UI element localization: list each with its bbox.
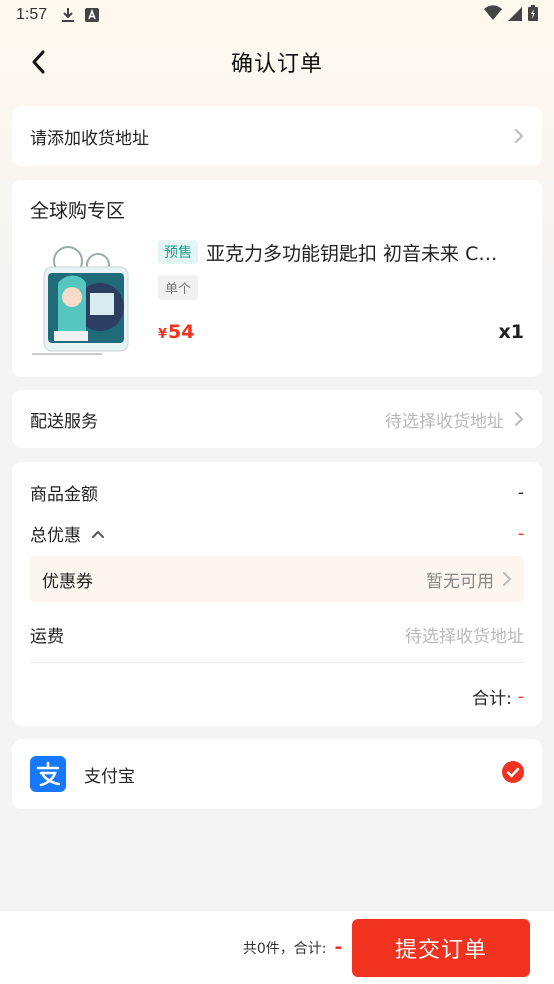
order-summary: 共0件，合计: - [243,937,342,958]
signal-icon [508,6,522,25]
goods-amount-value: - [517,482,524,503]
goods-amount-row: 商品金额 - [30,480,524,506]
page-title: 确认订单 [230,52,323,77]
product-section: 全球购专区 预售 亚克力多功能钥匙扣 初音未来 C… 单个 ¥54 x1 [12,180,542,377]
delivery-label: 配送服务 [30,411,98,432]
price-value: 54 [168,321,195,343]
total-discount-label: 总优惠 [30,526,81,546]
goods-amount-label: 商品金额 [30,485,98,505]
chevron-left-icon [32,50,45,74]
back-button[interactable] [24,48,52,76]
product-name: 亚克力多功能钥匙扣 初音未来 C… [206,242,498,265]
chevron-right-icon [514,411,524,427]
keyboard-a-icon [85,8,100,22]
order-summary-label: 共0件，合计: [242,940,327,957]
payment-method-row[interactable]: 支付宝 [12,739,542,809]
shipping-label: 运费 [30,627,64,647]
price-detail-section: 商品金额 - 总优惠 - 优惠券 暂无可用 运费 待选择收货地址 合计: - [12,462,542,726]
zone-title: 全球购专区 [30,200,126,222]
coupon-row[interactable]: 优惠券 暂无可用 [30,556,524,602]
header: 确认订单 [0,34,554,90]
status-bar: 1:57 [0,0,554,30]
shipping-row: 运费 待选择收货地址 [30,622,524,647]
product-quantity: x1 [498,321,524,343]
product-price: ¥54 [158,321,195,343]
price-currency: ¥ [158,327,168,342]
wifi-icon [484,5,502,25]
total-discount-value: - [517,523,524,544]
add-address-label: 请添加收货地址 [30,128,149,149]
divider [30,662,524,663]
status-time: 1:57 [16,6,48,23]
bottom-bar: 共0件，合计: - 提交订单 [0,911,554,984]
payment-method-label: 支付宝 [84,766,135,787]
chevron-up-icon [91,529,105,539]
subtotal-row: 合计: - [472,684,524,710]
chevron-right-icon [514,128,524,144]
submit-order-button[interactable]: 提交订单 [352,918,530,977]
product-thumbnail[interactable] [28,239,142,359]
delivery-service-row[interactable]: 配送服务 待选择收货地址 [12,390,542,448]
product-item[interactable]: 预售 亚克力多功能钥匙扣 初音未来 C… 单个 ¥54 x1 [30,239,524,359]
battery-icon [528,5,538,25]
check-circle-icon[interactable] [502,761,524,787]
product-spec: 单个 [158,275,199,300]
coupon-label: 优惠券 [42,571,93,592]
shipping-value: 待选择收货地址 [405,627,524,647]
coupon-value: 暂无可用 [426,571,494,592]
chevron-right-icon [502,571,512,587]
delivery-value: 待选择收货地址 [385,411,504,432]
presale-tag: 预售 [158,240,198,264]
alipay-icon [30,756,66,792]
order-total-value: - [334,937,342,958]
download-icon [61,7,75,23]
total-discount-row[interactable]: 总优惠 - [30,521,524,547]
subtotal-label: 合计: [472,689,512,709]
subtotal-value: - [517,686,524,707]
add-address-row[interactable]: 请添加收货地址 [12,106,542,166]
